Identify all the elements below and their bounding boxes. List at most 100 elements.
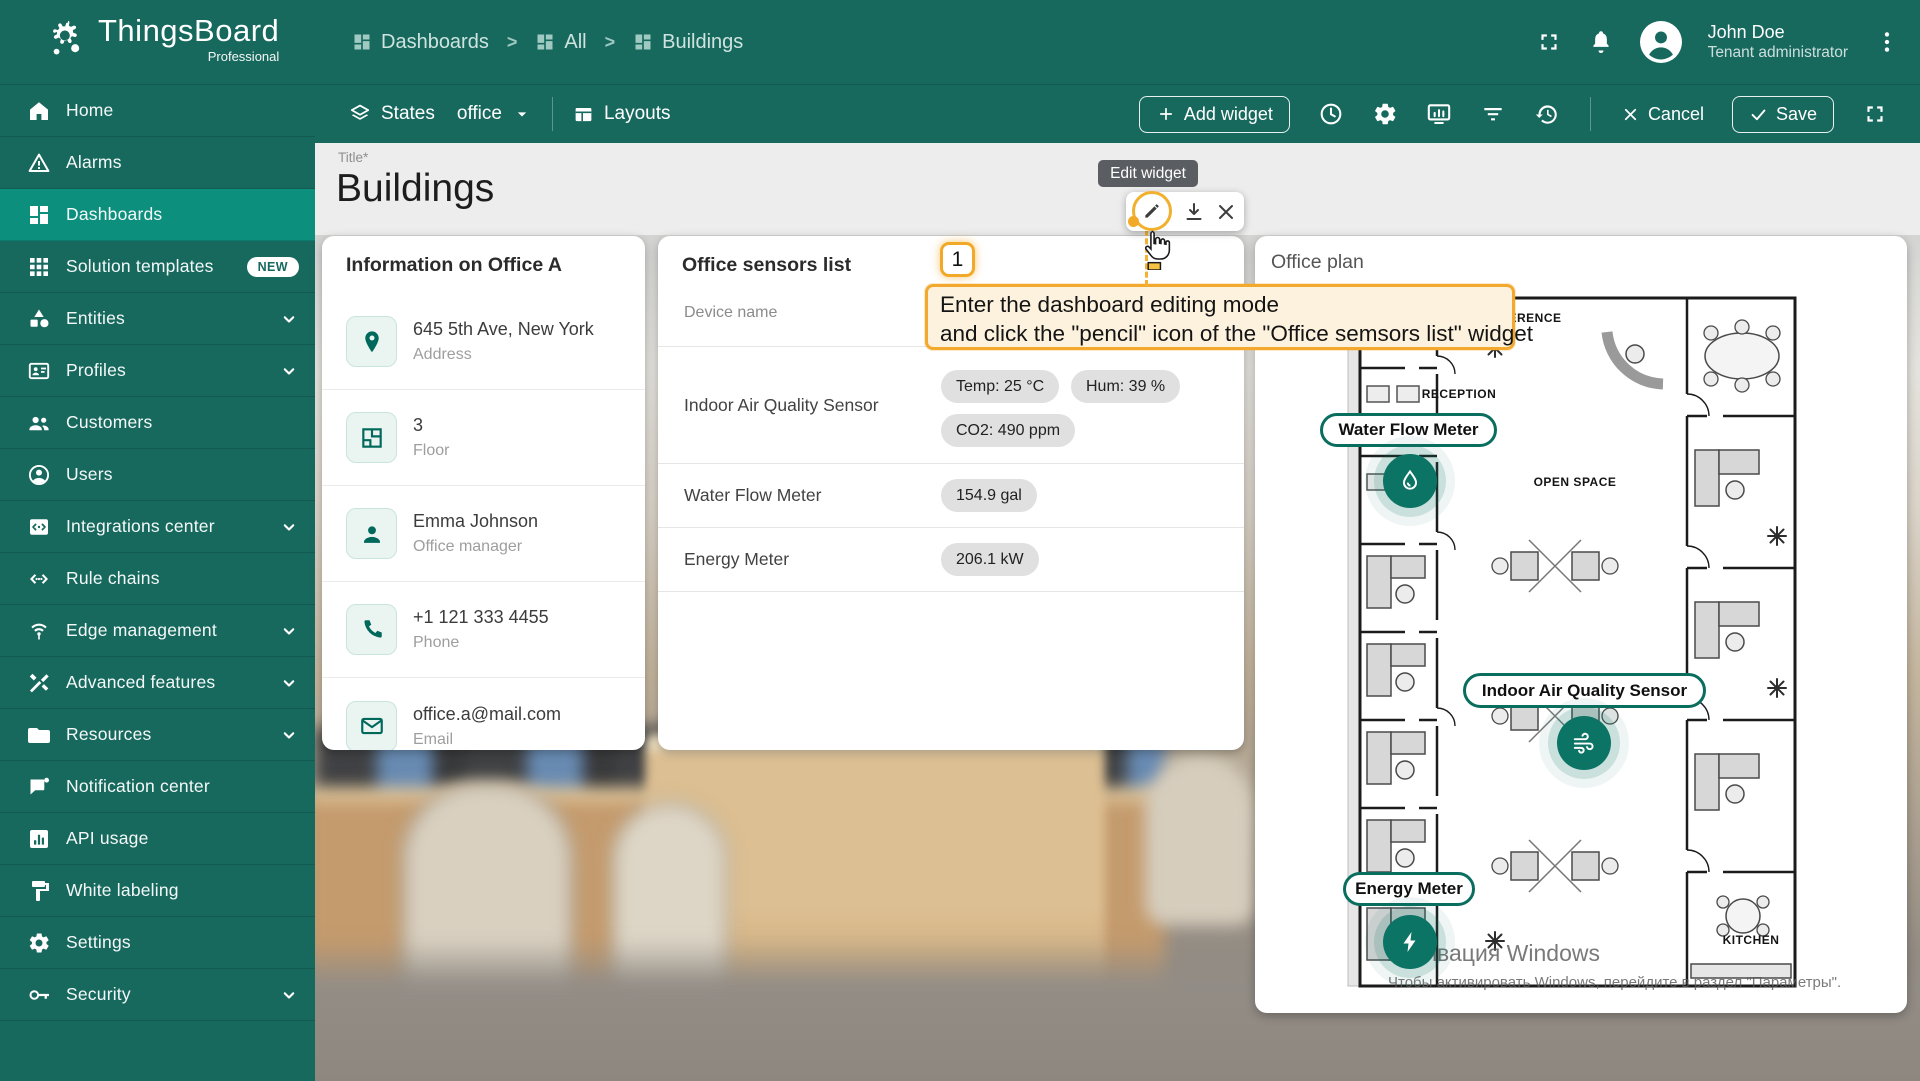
- sidebar-item-advanced-features[interactable]: Advanced features: [0, 657, 315, 709]
- cancel-button[interactable]: Cancel: [1621, 104, 1704, 125]
- telemetry-chip: 154.9 gal: [941, 479, 1037, 512]
- sidebar-item-solution-templates[interactable]: Solution templates NEW: [0, 241, 315, 293]
- sidebar-item-label: Customers: [66, 412, 152, 433]
- filters-icon[interactable]: [1480, 101, 1506, 127]
- windows-activation-watermark: Активация Windows Чтобы активировать Win…: [1388, 940, 1841, 991]
- edge-antenna-icon: [27, 619, 51, 643]
- download-icon: [1182, 200, 1206, 224]
- sidebar-item-profiles[interactable]: Profiles: [0, 345, 315, 397]
- sidebar-item-users[interactable]: Users: [0, 449, 315, 501]
- table-row-indoor-air-quality[interactable]: Indoor Air Quality Sensor Temp: 25 °C Hu…: [658, 346, 1244, 463]
- callout-line-1: Enter the dashboard editing mode: [940, 290, 1500, 319]
- breadcrumb-item-all[interactable]: All: [535, 31, 586, 54]
- download-widget-button[interactable]: [1182, 200, 1206, 224]
- chevron-down-icon: [279, 621, 299, 641]
- sidebar-item-home[interactable]: Home: [0, 84, 315, 137]
- telemetry-chip: Hum: 39 %: [1071, 370, 1180, 403]
- info-row-manager: Emma Johnson Office manager: [322, 486, 645, 582]
- sidebar-item-settings[interactable]: Settings: [0, 917, 315, 969]
- info-value: Emma Johnson: [413, 509, 538, 533]
- states-label: States: [381, 103, 435, 125]
- fullscreen-icon[interactable]: [1536, 29, 1562, 55]
- device-name: Water Flow Meter: [684, 485, 821, 506]
- version-history-icon[interactable]: [1534, 101, 1560, 127]
- marker-label-indoor-air-quality: Indoor Air Quality Sensor: [1463, 673, 1706, 708]
- table-row-water-flow-meter[interactable]: Water Flow Meter 154.9 gal: [658, 463, 1244, 527]
- remove-widget-button[interactable]: [1214, 200, 1238, 224]
- states-select[interactable]: States office: [349, 103, 532, 125]
- sidebar-item-dashboards[interactable]: Dashboards: [0, 189, 315, 241]
- table-row-energy-meter[interactable]: Energy Meter 206.1 kW: [658, 527, 1244, 591]
- sidebar-item-white-labeling[interactable]: White labeling: [0, 865, 315, 917]
- tools-icon: [27, 671, 51, 695]
- chevron-down-icon: [279, 361, 299, 381]
- sidebar-item-api-usage[interactable]: API usage: [0, 813, 315, 865]
- telemetry-chip: 206.1 kW: [941, 543, 1039, 576]
- sidebar-item-customers[interactable]: Customers: [0, 397, 315, 449]
- location-pin-icon: [346, 316, 397, 367]
- edit-widget-pencil-button[interactable]: [1132, 191, 1172, 231]
- info-value: +1 121 333 4455: [413, 605, 549, 629]
- add-widget-label: Add widget: [1184, 104, 1273, 125]
- water-sensor-marker[interactable]: [1383, 454, 1437, 508]
- sidebar-item-integrations-center[interactable]: Integrations center: [0, 501, 315, 553]
- user-circle-icon: [27, 463, 51, 487]
- sidebar-item-edge-management[interactable]: Edge management: [0, 605, 315, 657]
- info-label: Floor: [413, 440, 449, 462]
- cancel-label: Cancel: [1648, 104, 1704, 125]
- integrations-icon: [27, 515, 51, 539]
- folder-icon: [27, 723, 51, 747]
- thingsboard-logo[interactable]: ThingsBoard Professional: [42, 14, 279, 64]
- close-icon: [1621, 105, 1640, 124]
- info-row-email: office.a@mail.com Email: [322, 678, 645, 750]
- sidebar-item-security[interactable]: Security: [0, 969, 315, 1021]
- dashboards-icon: [27, 203, 51, 227]
- warning-triangle-icon: [27, 151, 51, 175]
- sidebar-item-resources[interactable]: Resources: [0, 709, 315, 761]
- callout-line-2: and click the "pencil" icon of the "Offi…: [940, 319, 1500, 348]
- sidebar-item-label: Solution templates: [66, 256, 214, 277]
- device-name: Indoor Air Quality Sensor: [684, 395, 879, 416]
- add-widget-button[interactable]: Add widget: [1139, 96, 1290, 133]
- marker-label-energy-meter: Energy Meter: [1343, 872, 1475, 906]
- layouts-button[interactable]: Layouts: [573, 103, 671, 125]
- water-drop-icon: [1397, 468, 1423, 494]
- breadcrumb-item-buildings[interactable]: Buildings: [633, 31, 743, 54]
- energy-sensor-marker[interactable]: [1383, 915, 1437, 969]
- dashboard-grid-icon: [535, 32, 555, 52]
- sidebar-item-rule-chains[interactable]: Rule chains: [0, 553, 315, 605]
- marker-label-water-flow-meter: Water Flow Meter: [1320, 413, 1497, 447]
- air-quality-sensor-marker[interactable]: [1557, 716, 1611, 770]
- edit-widget-tooltip: Edit widget: [1098, 160, 1198, 187]
- breadcrumb-separator: >: [507, 32, 518, 53]
- air-flow-icon: [1571, 730, 1597, 756]
- watermark-subtitle: Чтобы активировать Windows, перейдите в …: [1388, 974, 1841, 991]
- sidebar-item-label: Integrations center: [66, 516, 215, 537]
- breadcrumb-item-dashboards[interactable]: Dashboards: [352, 31, 489, 54]
- user-avatar[interactable]: [1640, 21, 1682, 63]
- title-field-label: Title*: [338, 150, 368, 165]
- sidebar-item-label: Home: [66, 100, 113, 121]
- sidebar-item-entities[interactable]: Entities: [0, 293, 315, 345]
- breadcrumb-separator: >: [605, 32, 616, 53]
- sidebar-nav: Home Alarms Dashboards Solution template…: [0, 84, 315, 1081]
- paint-icon: [27, 879, 51, 903]
- entity-aliases-icon[interactable]: [1426, 101, 1452, 127]
- bar-chart-icon: [27, 827, 51, 851]
- sidebar-item-label: Notification center: [66, 776, 210, 797]
- sidebar-item-alarms[interactable]: Alarms: [0, 137, 315, 189]
- logo-title: ThingsBoard: [98, 14, 279, 48]
- sidebar-item-notification-center[interactable]: Notification center: [0, 761, 315, 813]
- dashboard-settings-gear-icon[interactable]: [1372, 101, 1398, 127]
- new-badge: NEW: [247, 257, 299, 277]
- room-label-open-space: OPEN SPACE: [1534, 475, 1617, 489]
- time-window-icon[interactable]: [1318, 101, 1344, 127]
- expand-fullscreen-icon[interactable]: [1862, 101, 1888, 127]
- more-vert-icon[interactable]: [1874, 29, 1900, 55]
- plus-icon: [1156, 104, 1176, 124]
- widget-information-office-a: Information on Office A 645 5th Ave, New…: [322, 236, 645, 750]
- chevron-down-icon: [279, 673, 299, 693]
- notifications-bell-icon[interactable]: [1588, 29, 1614, 55]
- sidebar-item-label: Security: [66, 984, 131, 1005]
- save-button[interactable]: Save: [1732, 96, 1834, 133]
